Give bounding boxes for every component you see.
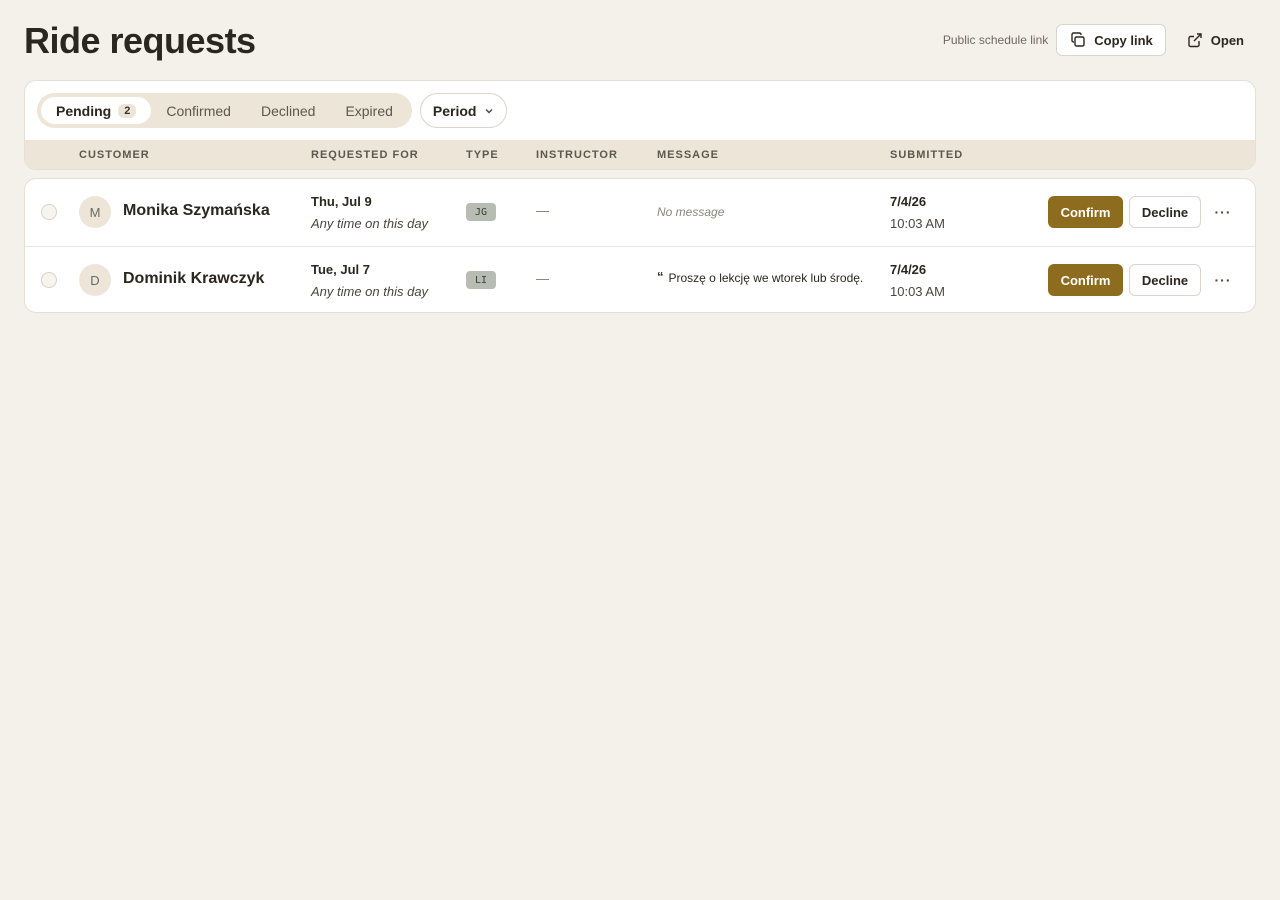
requested-date: Thu, Jul 9 — [311, 194, 372, 209]
customer-name[interactable]: Monika Szymańska — [123, 202, 270, 220]
quote-icon: “ — [657, 269, 664, 284]
message: No message — [657, 205, 725, 219]
table-row: M Monika Szymańska Thu, Jul 9 Any time o… — [25, 179, 1255, 246]
decline-button[interactable]: Decline — [1129, 264, 1201, 296]
filters-card: Pending 2 Confirmed Declined Expired Per… — [24, 80, 1256, 170]
message-text: Proszę o lekcję we wtorek lub środę. — [668, 271, 864, 285]
requested-date: Tue, Jul 7 — [311, 262, 370, 277]
copy-link-button[interactable]: Copy link — [1056, 24, 1166, 56]
customer-name[interactable]: Dominik Krawczyk — [123, 270, 264, 288]
column-header-submitted: SUBMITTED — [890, 149, 964, 161]
row-checkbox[interactable] — [41, 204, 57, 220]
submitted-time: 10:03 AM — [890, 216, 945, 231]
avatar: M — [79, 196, 111, 228]
column-header-type: TYPE — [466, 149, 499, 161]
open-button[interactable]: Open — [1174, 24, 1256, 56]
requested-time: Any time on this day — [311, 216, 429, 231]
pending-count-badge: 2 — [118, 103, 137, 118]
tab-label: Pending — [56, 102, 112, 119]
tab-label: Confirmed — [166, 102, 231, 119]
copy-icon — [1069, 31, 1087, 49]
more-horizontal-icon[interactable]: ··· — [1211, 269, 1235, 291]
header-actions: Public schedule link Copy link Open — [943, 24, 1256, 56]
instructor: — — [536, 271, 549, 286]
confirm-button[interactable]: Confirm — [1048, 264, 1123, 296]
submitted-time: 10:03 AM — [890, 284, 945, 299]
page-title: Ride requests — [24, 20, 256, 61]
chevron-down-icon — [484, 103, 494, 119]
column-header-customer: CUSTOMER — [79, 149, 150, 161]
row-checkbox[interactable] — [41, 272, 57, 288]
tab-confirmed[interactable]: Confirmed — [151, 97, 246, 124]
copy-link-label: Copy link — [1094, 32, 1153, 48]
table-header: CUSTOMER REQUESTED FOR TYPE INSTRUCTOR M… — [25, 140, 1255, 169]
tab-label: Declined — [260, 102, 316, 119]
open-label: Open — [1210, 32, 1244, 48]
tab-label: Expired — [345, 102, 393, 119]
more-horizontal-icon[interactable]: ··· — [1211, 201, 1235, 223]
type-badge: LI — [466, 271, 496, 289]
table-row: D Dominik Krawczyk Tue, Jul 7 Any time o… — [25, 246, 1255, 313]
requests-table: M Monika Szymańska Thu, Jul 9 Any time o… — [24, 178, 1256, 313]
tab-declined[interactable]: Declined — [246, 97, 330, 124]
message: “ Proszę o lekcję we wtorek lub środę. — [657, 269, 864, 285]
instructor: — — [536, 203, 549, 218]
submitted-date: 7/4/26 — [890, 262, 927, 277]
tab-expired[interactable]: Expired — [330, 97, 407, 124]
requested-time: Any time on this day — [311, 284, 429, 299]
submitted-date: 7/4/26 — [890, 194, 927, 209]
column-header-requested-for: REQUESTED FOR — [311, 149, 419, 161]
public-schedule-link-label: Public schedule link — [942, 33, 1049, 47]
period-dropdown[interactable]: Period — [419, 93, 508, 128]
filter-toolbar: Pending 2 Confirmed Declined Expired Per… — [37, 93, 508, 128]
avatar: D — [79, 264, 111, 296]
external-link-icon — [1186, 31, 1204, 49]
decline-button[interactable]: Decline — [1129, 196, 1201, 228]
type-badge: JG — [466, 203, 496, 221]
column-header-instructor: INSTRUCTOR — [536, 149, 618, 161]
status-tabs: Pending 2 Confirmed Declined Expired — [37, 93, 412, 128]
column-header-message: MESSAGE — [657, 149, 720, 161]
confirm-button[interactable]: Confirm — [1048, 196, 1123, 228]
tab-pending[interactable]: Pending 2 — [41, 97, 152, 124]
period-label: Period — [432, 102, 477, 119]
